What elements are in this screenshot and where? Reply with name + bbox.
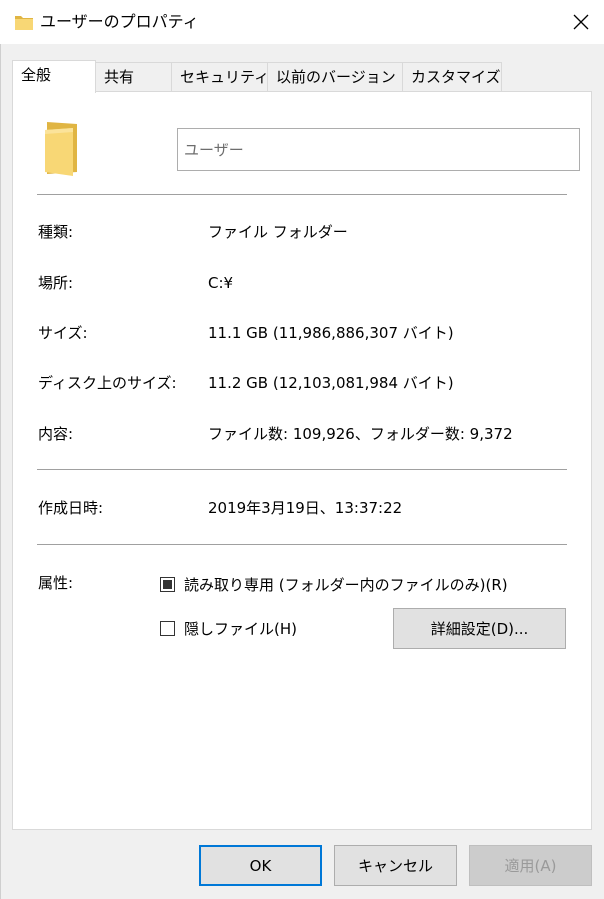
- close-button[interactable]: [558, 0, 604, 44]
- folder-icon: [45, 122, 77, 176]
- window-edge: [0, 44, 1, 899]
- title-bar[interactable]: ユーザーのプロパティ: [0, 0, 604, 44]
- folder-icon: [15, 16, 33, 30]
- location-label: 場所:: [38, 274, 74, 292]
- type-label: 種類:: [38, 223, 74, 241]
- tab-sharing[interactable]: 共有: [95, 62, 172, 92]
- folder-name-input[interactable]: [177, 128, 580, 171]
- tab-security[interactable]: セキュリティ: [171, 62, 269, 92]
- tab-general[interactable]: 全般: [12, 60, 96, 93]
- created-label: 作成日時:: [38, 499, 104, 517]
- size-label: サイズ:: [38, 324, 88, 342]
- attributes-label: 属性:: [38, 574, 74, 592]
- size-on-disk-label: ディスク上のサイズ:: [38, 374, 177, 392]
- tab-customize[interactable]: カスタマイズ: [402, 62, 502, 92]
- advanced-button[interactable]: 詳細設定(D)...: [393, 608, 566, 649]
- created-value: 2019年3月19日、13:37:22: [208, 499, 403, 517]
- separator: [37, 544, 567, 545]
- window-title: ユーザーのプロパティ: [40, 12, 199, 31]
- contents-label: 内容:: [38, 425, 74, 443]
- size-on-disk-value: 11.2 GB (12,103,081,984 バイト): [208, 374, 454, 392]
- readonly-label[interactable]: 読み取り専用 (フォルダー内のファイルのみ)(R): [184, 575, 508, 595]
- size-value: 11.1 GB (11,986,886,307 バイト): [208, 324, 454, 342]
- hidden-checkbox[interactable]: [160, 621, 175, 636]
- general-panel: [12, 91, 592, 830]
- ok-button[interactable]: OK: [199, 845, 322, 886]
- contents-value: ファイル数: 109,926、フォルダー数: 9,372: [208, 425, 513, 443]
- separator: [37, 469, 567, 470]
- readonly-checkbox[interactable]: [160, 577, 175, 592]
- close-icon: [573, 14, 589, 30]
- apply-button[interactable]: 適用(A): [469, 845, 592, 886]
- type-value: ファイル フォルダー: [208, 223, 348, 241]
- hidden-label[interactable]: 隠しファイル(H): [184, 619, 297, 639]
- separator: [37, 194, 567, 195]
- location-value: C:¥: [208, 274, 234, 292]
- cancel-button[interactable]: キャンセル: [334, 845, 457, 886]
- tab-previous-versions[interactable]: 以前のバージョン: [267, 62, 403, 92]
